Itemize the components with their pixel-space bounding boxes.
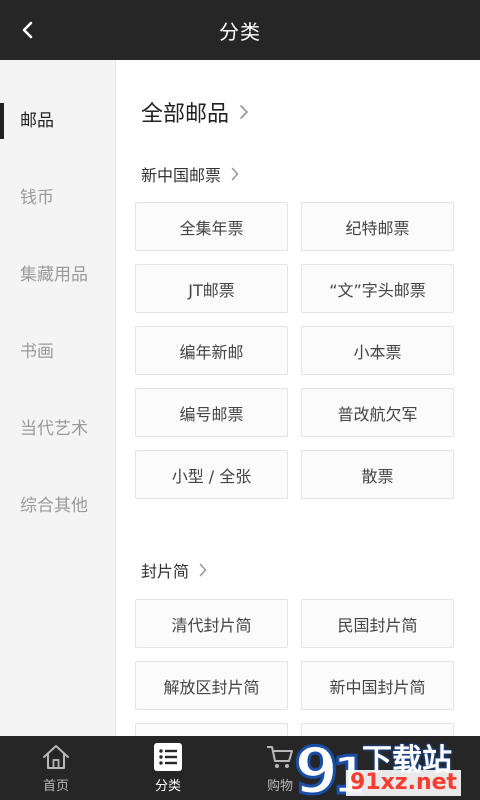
all-stamps-link[interactable]: 全部邮品: [141, 96, 249, 128]
sidebar-item-contemporary-art[interactable]: 当代艺术: [0, 388, 115, 465]
subcategory-item[interactable]: 清代封片简: [135, 599, 288, 648]
tab-cart[interactable]: 购物: [224, 736, 336, 800]
sidebar-item-collecting-supplies[interactable]: 集藏用品: [0, 234, 115, 311]
subcategory-grid-covers-cards: 清代封片简 民国封片简 解放区封片简 新中国封片简: [135, 599, 455, 736]
chevron-right-icon: [240, 105, 248, 119]
sidebar-item-others[interactable]: 综合其他: [0, 465, 115, 542]
tab-label: 分类: [154, 779, 181, 794]
list-icon: [153, 742, 183, 772]
subcategory-item[interactable]: 散票: [301, 450, 454, 499]
section-title-new-china-stamps[interactable]: 新中国邮票: [141, 162, 239, 186]
sidebar-item-coins[interactable]: 钱币: [0, 157, 115, 234]
subcategory-item[interactable]: 解放区封片简: [135, 661, 288, 710]
all-stamps-label: 全部邮品: [141, 102, 230, 127]
sidebar-item-stamps[interactable]: 邮品: [0, 80, 115, 157]
sidebar-item-calligraphy-painting[interactable]: 书画: [0, 311, 115, 388]
section-title-label: 封片简: [141, 562, 190, 581]
page-title: 分类: [219, 19, 261, 44]
home-icon: [41, 742, 71, 772]
subcategory-item[interactable]: JT邮票: [135, 264, 288, 313]
subcategory-item[interactable]: 编年新邮: [135, 326, 288, 375]
chevron-right-icon: [231, 167, 239, 181]
subcategory-item[interactable]: 民国封片简: [301, 599, 454, 648]
subcategory-grid-new-china-stamps: 全集年票 纪特邮票 JT邮票 “文”字头邮票 编年新邮 小本票 编号邮票 普改航…: [135, 202, 455, 499]
tab-home[interactable]: 首页: [0, 736, 112, 800]
subcategory-item[interactable]: 小本票: [301, 326, 454, 375]
subcategory-item[interactable]: 编号邮票: [135, 388, 288, 437]
tab-label: 首页: [42, 779, 69, 794]
tab-label: 购物: [266, 779, 293, 794]
section-title-label: 新中国邮票: [141, 166, 222, 185]
top-bar: 分类: [0, 0, 480, 60]
subcategory-item[interactable]: 小型 / 全张: [135, 450, 288, 499]
chevron-left-icon: [22, 21, 33, 39]
category-content: 全部邮品 新中国邮票 全集年票 纪特邮票 JT邮票 “文”字头邮票 编年新邮 小…: [116, 60, 480, 736]
subcategory-item[interactable]: “文”字头邮票: [301, 264, 454, 313]
subcategory-item[interactable]: 纪特邮票: [301, 202, 454, 251]
chevron-right-icon: [199, 563, 207, 577]
subcategory-item[interactable]: 全集年票: [135, 202, 288, 251]
tab-category[interactable]: 分类: [112, 736, 224, 800]
subcategory-item[interactable]: 新中国封片简: [301, 661, 454, 710]
back-button[interactable]: [8, 10, 48, 50]
cart-icon: [265, 742, 295, 772]
subcategory-item-partial[interactable]: [301, 723, 454, 736]
section-title-covers-cards[interactable]: 封片简: [141, 558, 207, 582]
bottom-tab-bar: 首页 分类 购物: [0, 736, 480, 800]
category-sidebar: 邮品 钱币 集藏用品 书画 当代艺术 综合其他: [0, 60, 116, 736]
subcategory-item[interactable]: 普改航欠军: [301, 388, 454, 437]
subcategory-item-partial[interactable]: [135, 723, 288, 736]
